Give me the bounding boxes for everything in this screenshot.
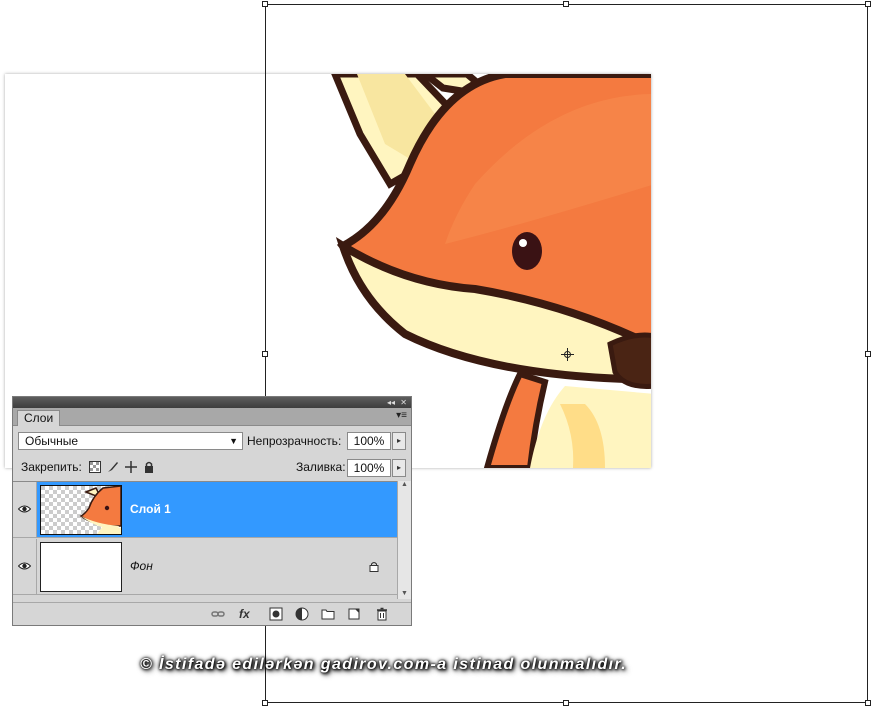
layer-visibility-toggle[interactable] <box>13 539 37 594</box>
panel-tab-row: Слои ▾≡ <box>13 408 411 426</box>
opacity-input[interactable]: 100% <box>347 432 391 450</box>
fill-input[interactable]: 100% <box>347 459 391 477</box>
fill-slider-button[interactable]: ▸ <box>392 459 406 477</box>
tab-layers[interactable]: Слои <box>17 410 61 426</box>
blend-mode-select[interactable]: Обычные ▼ <box>18 432 243 450</box>
lock-image-pixels-icon[interactable] <box>107 461 119 473</box>
layers-panel: ◂◂ ✕ Слои ▾≡ Обычные ▼ Непрозрачность: 1… <box>12 396 412 626</box>
layer-list-scrollbar[interactable]: ▲ ▼ <box>397 481 411 599</box>
layer-thumbnail <box>40 542 122 592</box>
transform-handle-top-right[interactable] <box>865 1 871 7</box>
layer-list: Слой 1 Фон <box>13 481 397 600</box>
scroll-up-icon[interactable]: ▲ <box>401 481 408 488</box>
layer-row-layer1[interactable]: Слой 1 <box>13 482 397 538</box>
transform-handle-top-left[interactable] <box>262 1 268 7</box>
layer-thumbnail <box>40 485 122 535</box>
eye-icon <box>18 505 31 513</box>
panel-bottom-toolbar: fx <box>13 602 411 625</box>
layer-lock-icon <box>369 562 379 572</box>
lock-all-icon[interactable] <box>143 461 155 473</box>
chevron-down-icon: ▼ <box>229 436 238 446</box>
scroll-down-icon[interactable]: ▼ <box>401 590 408 597</box>
transform-handle-bottom-center[interactable] <box>563 700 569 706</box>
lock-transparent-pixels-icon[interactable] <box>89 461 101 473</box>
opacity-label: Непрозрачность: <box>247 434 342 448</box>
lock-label: Закрепить: <box>21 460 82 474</box>
adjustment-layer-icon[interactable] <box>295 607 309 621</box>
opacity-slider-button[interactable]: ▸ <box>392 432 406 450</box>
add-mask-icon[interactable] <box>269 607 283 621</box>
lock-position-icon[interactable] <box>125 461 137 473</box>
layer-name[interactable]: Фон <box>130 559 153 573</box>
layer-name[interactable]: Слой 1 <box>130 502 171 516</box>
panel-titlebar[interactable]: ◂◂ ✕ <box>13 397 411 408</box>
transform-handle-bottom-left[interactable] <box>262 700 268 706</box>
transform-handle-middle-right[interactable] <box>865 351 871 357</box>
fx-icon[interactable]: fx <box>239 607 253 621</box>
transform-handle-top-center[interactable] <box>563 1 569 7</box>
trash-icon[interactable] <box>375 607 389 621</box>
transform-pivot-icon[interactable] <box>561 348 574 361</box>
watermark-text: © İstifadə edilərkən gadirov.com-a istin… <box>140 656 628 673</box>
new-group-icon[interactable] <box>321 607 335 621</box>
link-layers-icon[interactable] <box>211 607 225 621</box>
close-panel-icon[interactable]: ✕ <box>400 397 407 408</box>
layer-row-background[interactable]: Фон <box>13 539 397 595</box>
fox-eye-shine <box>519 239 527 247</box>
panel-menu-icon[interactable]: ▾≡ <box>396 410 407 421</box>
eye-icon <box>18 562 31 570</box>
transform-handle-middle-left[interactable] <box>262 351 268 357</box>
collapse-panel-icon[interactable]: ◂◂ <box>387 397 395 408</box>
fill-label: Заливка: <box>296 460 346 474</box>
transform-handle-bottom-right[interactable] <box>865 700 871 706</box>
fox-eye <box>512 232 542 270</box>
new-layer-icon[interactable] <box>347 607 361 621</box>
layer-visibility-toggle[interactable] <box>13 482 37 537</box>
blend-mode-value: Обычные <box>25 434 79 448</box>
